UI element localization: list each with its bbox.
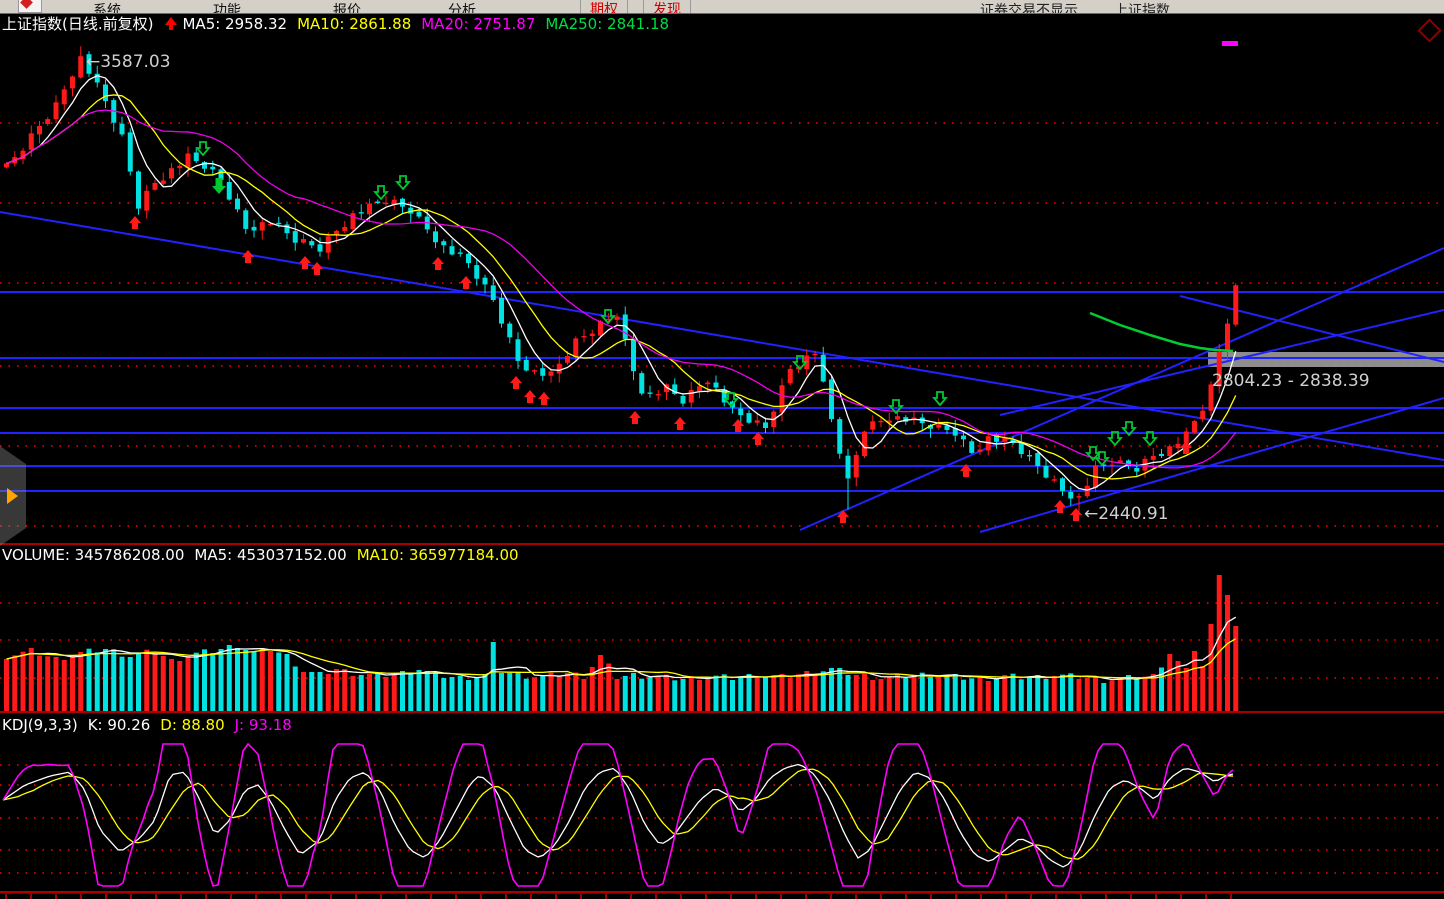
volume-ma-lines (7, 617, 1236, 679)
indicator-value: MA250: 2841.18 (545, 15, 669, 33)
menu-item-boxed-1[interactable]: 发现 (643, 0, 691, 14)
indicator-value: MA5: 453037152.00 (194, 546, 346, 564)
x-axis-ticks[interactable] (0, 893, 1444, 899)
price-range-label: 2804.23 - 2838.39 (1212, 371, 1370, 391)
menu-item-3[interactable]: 分析 (448, 0, 476, 14)
price-band[interactable] (1208, 352, 1444, 367)
main-grid (0, 123, 1444, 873)
indicator-value: MA10: 2861.88 (297, 15, 411, 33)
main-chart-header: 上证指数(日线.前复权) MA5: 2958.32 MA10: 2861.88 MA2… (2, 13, 679, 34)
app-window: 证券交易不显示 上证指数 系统 功能 报价 分析 期权 发现 上证指数(日线.前复权) MA… (0, 0, 1444, 899)
menu-item-2[interactable]: 报价 (333, 0, 361, 14)
menu-item-boxed-0[interactable]: 期权 (580, 0, 628, 14)
expand-arrow-icon (7, 488, 18, 504)
indicator-value: MA10: 365977184.00 (357, 546, 519, 564)
drawing-mark (1222, 41, 1238, 46)
indicator-value: K: 90.26 (88, 716, 151, 734)
indicator-value: MA20: 2751.87 (421, 15, 535, 33)
menu-row: 证券交易不显示 上证指数 系统 功能 报价 分析 期权 发现 (0, 0, 1444, 13)
up-arrow-icon (165, 17, 178, 30)
peak-price-label: ←3587.03 (86, 52, 171, 72)
status-text-trading: 证券交易不显示 (980, 0, 1078, 14)
menu-item-1[interactable]: 功能 (213, 0, 241, 14)
chart-canvas (0, 0, 1444, 899)
status-text-symbol: 上证指数 (1114, 0, 1170, 14)
indicator-value: J: 93.18 (235, 716, 292, 734)
volume-header: VOLUME: 345786208.00 MA5: 453037152.00 MA1… (2, 546, 529, 564)
indicator-value: MA5: 2958.32 (182, 15, 287, 33)
kdj-header: KDJ(9,3,3) K: 90.26 D: 88.80 J: 93.18 (2, 716, 302, 734)
menu-item-0[interactable]: 系统 (93, 0, 121, 14)
volume-bars (4, 575, 1238, 711)
ma-values: MA5: 2958.32 MA10: 2861.88 MA20: 2751.87 MA… (182, 15, 679, 33)
ma250-line (1090, 313, 1233, 351)
indicator-value: VOLUME: 345786208.00 (2, 546, 184, 564)
low-price-label: ←2440.91 (1084, 504, 1169, 524)
indicator-value: D: 88.80 (160, 716, 224, 734)
menu-bar: 证券交易不显示 上证指数 系统 功能 报价 分析 期权 发现 (0, 0, 1444, 14)
instrument-title: 上证指数(日线.前复权) (2, 15, 153, 33)
app-logo-icon[interactable] (18, 0, 42, 13)
indicator-value: KDJ(9,3,3) (2, 716, 78, 734)
